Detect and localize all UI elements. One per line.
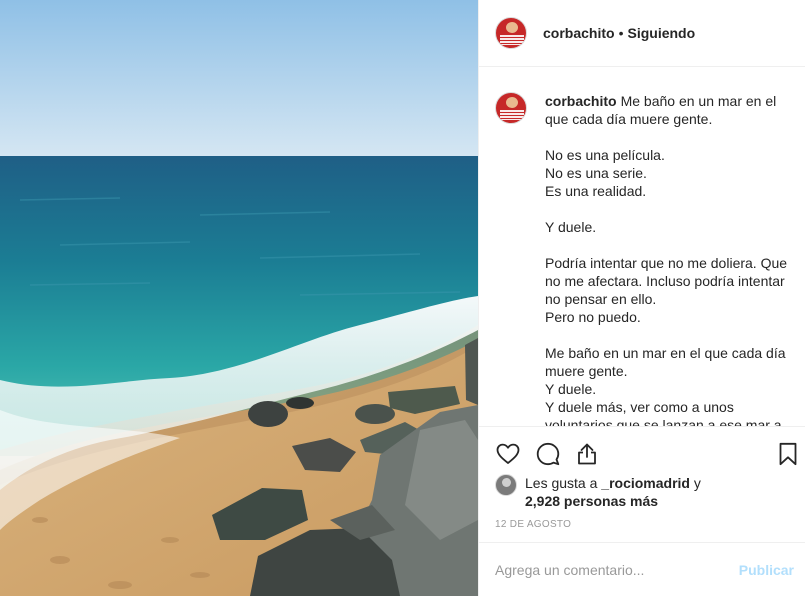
caption-line: No es una serie.	[545, 165, 647, 181]
share-button[interactable]	[572, 439, 602, 469]
comment-button[interactable]	[533, 439, 563, 469]
separator-dot: •	[618, 25, 624, 41]
likes-summary: Les gusta a _rociomadrid y 2,928 persona…	[495, 474, 795, 510]
caption-line: Pero no puedo.	[545, 309, 641, 325]
heart-icon	[496, 443, 520, 464]
comments-section[interactable]: corbachito Me baño en un mar en el que ca…	[479, 68, 805, 426]
caption-author-avatar[interactable]	[495, 92, 527, 124]
comment-bubble-icon	[536, 442, 560, 466]
post-header: corbachito • Siguiendo	[479, 0, 805, 67]
liker-username-link[interactable]: _rociomadrid	[601, 475, 690, 491]
bookmark-icon	[779, 442, 797, 466]
save-button[interactable]	[773, 439, 803, 469]
likes-count-link[interactable]: 2,928 personas más	[525, 493, 658, 509]
comment-composer: Publicar	[479, 542, 805, 596]
beach-photo-image	[0, 0, 478, 596]
likes-and: y	[689, 475, 701, 491]
caption-line: No es una película.	[545, 147, 665, 163]
avatar-text-shape	[500, 35, 524, 45]
post-details-panel: corbachito • Siguiendo corbachito Me baño…	[478, 0, 805, 596]
likes-prefix: Les gusta a	[525, 475, 602, 491]
publish-button[interactable]: Publicar	[739, 562, 794, 578]
like-button[interactable]	[493, 439, 523, 469]
post-photo[interactable]	[0, 0, 478, 596]
liker-avatar[interactable]	[495, 474, 517, 496]
follow-status-button[interactable]: Siguiendo	[627, 25, 695, 41]
caption: corbachito Me baño en un mar en el que ca…	[495, 92, 794, 426]
caption-line: Y duele.	[545, 381, 597, 397]
avatar-face-shape	[506, 22, 518, 33]
caption-line: Y duele.	[545, 219, 597, 235]
caption-line: Podría intentar que no me doliera. Que n…	[545, 255, 788, 307]
share-icon	[578, 443, 596, 465]
avatar-face-shape	[506, 97, 518, 108]
comment-input[interactable]	[495, 561, 739, 578]
author-username[interactable]: corbachito	[543, 25, 615, 41]
likes-text: Les gusta a _rociomadrid y 2,928 persona…	[525, 474, 701, 510]
author-avatar[interactable]	[495, 17, 527, 49]
caption-username[interactable]: corbachito	[545, 93, 617, 109]
caption-first-paragraph: corbachito Me baño en un mar en el que ca…	[545, 92, 794, 128]
post-date[interactable]: 12 DE AGOSTO	[495, 519, 571, 530]
avatar-text-shape	[500, 110, 524, 120]
caption-text: corbachito Me baño en un mar en el que ca…	[545, 92, 794, 426]
caption-line: Y duele más, ver como a unos voluntarios…	[545, 399, 782, 426]
caption-line: Es una realidad.	[545, 183, 647, 199]
caption-line: Me baño en un mar en el que cada día mue…	[545, 345, 786, 379]
